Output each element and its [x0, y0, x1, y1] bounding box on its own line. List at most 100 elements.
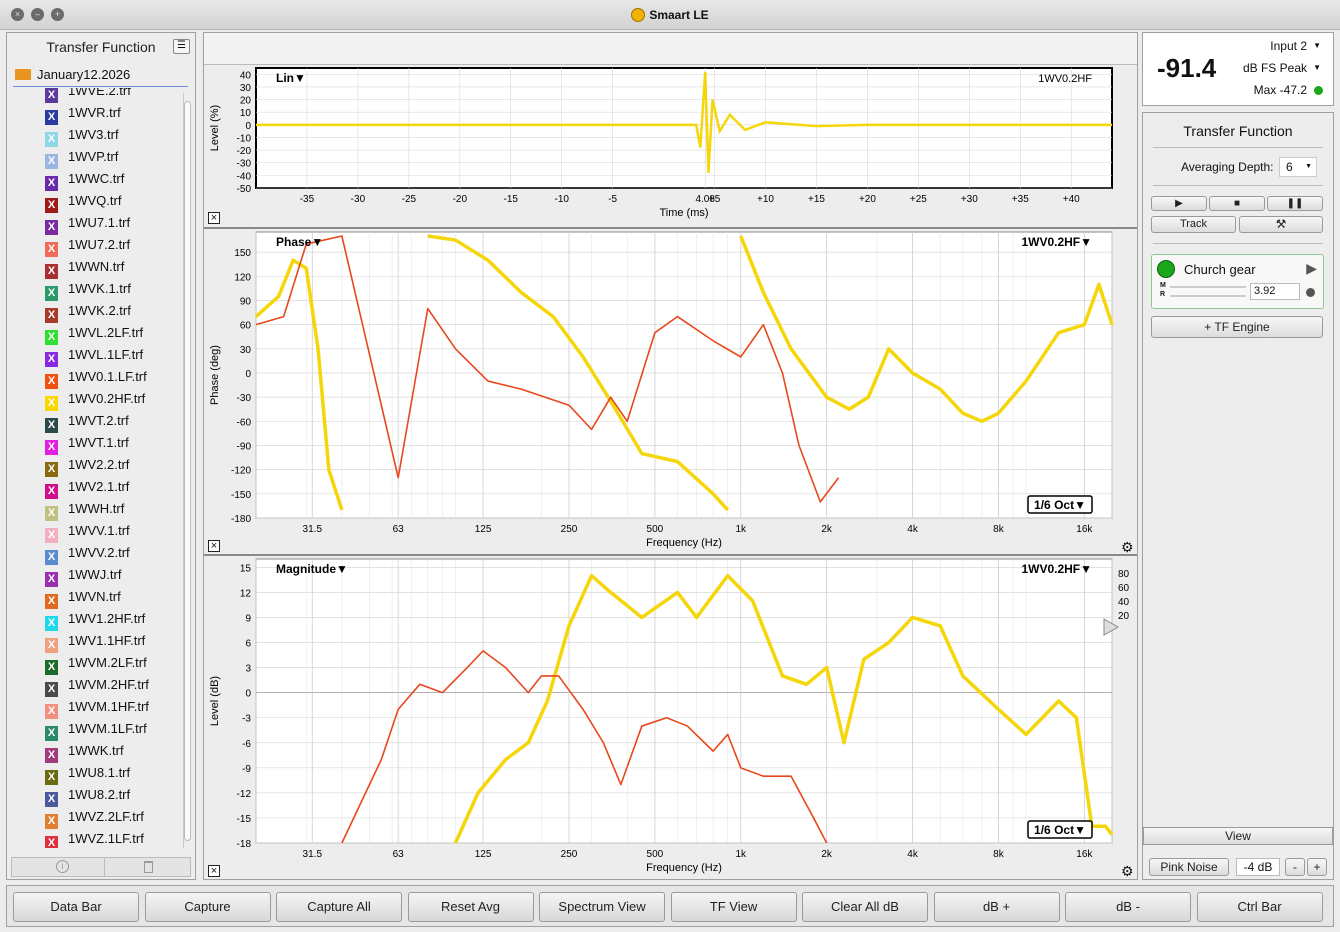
file-item[interactable]: X 1WV2.1.trf: [15, 476, 183, 499]
file-item[interactable]: X 1WVM.2LF.trf: [15, 652, 183, 675]
ctrl-db--button[interactable]: dB +: [933, 892, 1060, 922]
magnitude-settings-gear-icon[interactable]: ⚙: [1121, 863, 1134, 880]
file-item[interactable]: X 1WVT.2.trf: [15, 410, 183, 433]
close-magnitude-icon[interactable]: ×: [208, 865, 220, 877]
file-item[interactable]: X 1WWC.trf: [15, 168, 183, 191]
magnitude-plot[interactable]: 15129630-3-6-9-12-15-1831.5 63 125 250 500 1k…: [204, 557, 1137, 879]
file-item[interactable]: X 1WV3.trf: [15, 124, 183, 147]
play-button[interactable]: ▶: [1151, 196, 1207, 211]
file-icon: X: [45, 836, 58, 848]
track-button[interactable]: Track: [1151, 216, 1236, 233]
measurement-on-icon[interactable]: [1157, 260, 1175, 278]
file-item[interactable]: X 1WVQ.trf: [15, 190, 183, 213]
file-item[interactable]: X 1WVK.1.trf: [15, 278, 183, 301]
status-indicator: [1314, 86, 1323, 95]
close-phase-icon[interactable]: ×: [208, 540, 220, 552]
stop-button[interactable]: ■: [1209, 196, 1265, 211]
trash-icon[interactable]: [144, 861, 153, 873]
close-impulse-icon[interactable]: ×: [208, 212, 220, 224]
file-item[interactable]: X 1WV0.2HF.trf: [15, 388, 183, 411]
x-tick-label: 500: [647, 849, 664, 860]
measurement-name[interactable]: Church gear: [1184, 262, 1256, 277]
y-tick-label: -15: [237, 814, 252, 825]
file-item[interactable]: X 1WVV.1.trf: [15, 520, 183, 543]
file-item[interactable]: X 1WVR.trf: [15, 102, 183, 125]
folder-item[interactable]: January12.2026: [13, 65, 188, 87]
file-item[interactable]: X 1WVN.trf: [15, 586, 183, 609]
file-label: 1WVP.trf: [68, 149, 119, 164]
file-item[interactable]: X 1WVM.1HF.trf: [15, 696, 183, 719]
file-item[interactable]: X 1WVK.2.trf: [15, 300, 183, 323]
file-item[interactable]: X 1WV2.2.trf: [15, 454, 183, 477]
info-icon[interactable]: i: [56, 860, 69, 873]
measurement-card[interactable]: Church gear ▶ M R 3.92: [1151, 254, 1324, 309]
file-label: 1WU8.2.trf: [68, 787, 131, 802]
plot-separator[interactable]: [204, 554, 1137, 556]
coherence-tick-label: 80: [1118, 569, 1130, 580]
ctrl-clear-all-db-button[interactable]: Clear All dB: [802, 892, 928, 922]
scrollbar-thumb[interactable]: [184, 101, 191, 841]
ctrl-ctrl-bar-button[interactable]: Ctrl Bar: [1196, 892, 1323, 922]
file-item[interactable]: X 1WU8.1.trf: [15, 762, 183, 785]
noise-down-button[interactable]: -: [1285, 858, 1305, 876]
m-label: M: [1160, 282, 1166, 289]
file-item[interactable]: X 1WVM.2HF.trf: [15, 674, 183, 697]
file-item[interactable]: X 1WU7.2.trf: [15, 234, 183, 257]
averaging-select[interactable]: 6 ▼: [1279, 157, 1317, 177]
file-label: 1WWC.trf: [68, 171, 125, 186]
file-icon: X: [45, 484, 58, 499]
file-item[interactable]: X 1WVT.1.trf: [15, 432, 183, 455]
noise-up-button[interactable]: +: [1307, 858, 1327, 876]
file-item[interactable]: X 1WWH.trf: [15, 498, 183, 521]
file-item[interactable]: X 1WVE.2.trf: [15, 88, 183, 103]
ctrl-data-bar-button[interactable]: Data Bar: [13, 892, 139, 922]
sidebar-menu-icon[interactable]: ☰: [173, 39, 190, 54]
delay-field[interactable]: 3.92: [1250, 283, 1300, 300]
control-panel: -91.4 Input 2 ▼ dB FS Peak ▼ Max -47.2 T…: [1142, 32, 1334, 880]
x-tick-label: -5: [608, 194, 617, 205]
file-item[interactable]: X 1WU8.2.trf: [15, 784, 183, 807]
tools-icon[interactable]: ⚒: [1239, 216, 1323, 233]
file-item[interactable]: X 1WWK.trf: [15, 740, 183, 763]
ctrl-spectrum-view-button[interactable]: Spectrum View: [539, 892, 665, 922]
pink-noise-button[interactable]: Pink Noise: [1149, 858, 1229, 876]
file-item[interactable]: X 1WVL.2LF.trf: [15, 322, 183, 345]
pause-button[interactable]: ❚❚: [1267, 196, 1323, 211]
expand-arrow-icon[interactable]: ▶: [1306, 260, 1317, 277]
file-item[interactable]: X 1WU7.1.trf: [15, 212, 183, 235]
ctrl-reset-avg-button[interactable]: Reset Avg: [407, 892, 534, 922]
add-tf-engine-button[interactable]: + TF Engine: [1151, 316, 1323, 338]
file-item[interactable]: X 1WVV.2.trf: [15, 542, 183, 565]
file-item[interactable]: X 1WVP.trf: [15, 146, 183, 169]
meter-mode-select[interactable]: dB FS Peak: [1243, 61, 1307, 75]
file-icon: X: [45, 396, 58, 411]
phase-plot[interactable]: 150 120 90 60 30 0 -30 -60 -90 -120 -150 -180 31.5 63…: [204, 230, 1137, 556]
x-tick-label: 2k: [821, 524, 833, 535]
impulse-plot[interactable]: 403020100-10-20-30-40-50-35 -30 -25 -20 -15-…: [204, 66, 1137, 226]
ctrl-tf-view-button[interactable]: TF View: [670, 892, 797, 922]
file-icon: X: [45, 572, 58, 587]
ctrl-db--button[interactable]: dB -: [1065, 892, 1191, 922]
view-button[interactable]: View: [1143, 827, 1333, 845]
input-meter: -91.4 Input 2 ▼ dB FS Peak ▼ Max -47.2: [1142, 32, 1334, 106]
chevron-down-icon[interactable]: ▼: [1313, 63, 1321, 72]
file-item[interactable]: X 1WV1.2HF.trf: [15, 608, 183, 631]
file-item[interactable]: X 1WWJ.trf: [15, 564, 183, 587]
ctrl-capture-all-button[interactable]: Capture All: [276, 892, 402, 922]
delay-lock-icon[interactable]: [1306, 288, 1315, 297]
file-item[interactable]: X 1WVZ.1LF.trf: [15, 828, 183, 848]
file-item[interactable]: X 1WVM.1LF.trf: [15, 718, 183, 741]
noise-level-field[interactable]: -4 dB: [1236, 858, 1280, 876]
meter-bar: [1170, 286, 1246, 288]
ctrl-capture-button[interactable]: Capture: [144, 892, 271, 922]
file-item[interactable]: X 1WWN.trf: [15, 256, 183, 279]
file-item[interactable]: X 1WVL.1LF.trf: [15, 344, 183, 367]
coherence-tick-label: 20: [1118, 611, 1130, 622]
plot-separator[interactable]: [204, 227, 1137, 229]
file-item[interactable]: X 1WV0.1.LF.trf: [15, 366, 183, 389]
file-item[interactable]: X 1WVZ.2LF.trf: [15, 806, 183, 829]
input-select[interactable]: Input 2: [1270, 39, 1307, 53]
chevron-down-icon[interactable]: ▼: [1313, 41, 1321, 50]
file-icon: X: [45, 110, 58, 125]
file-item[interactable]: X 1WV1.1HF.trf: [15, 630, 183, 653]
